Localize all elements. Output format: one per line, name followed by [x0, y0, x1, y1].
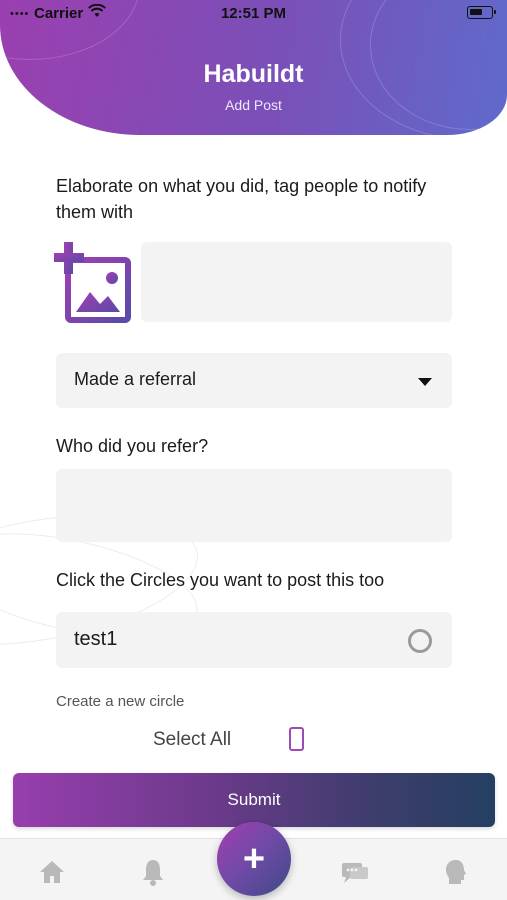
profile-icon[interactable] — [441, 857, 471, 887]
add-image-icon[interactable] — [54, 242, 132, 324]
submit-button[interactable]: Submit — [13, 773, 495, 827]
app-title: Habuildt — [203, 60, 304, 88]
home-icon[interactable] — [37, 857, 67, 887]
battery-icon — [467, 6, 496, 19]
circle-name: test1 — [74, 628, 118, 650]
referral-question: Who did you refer? — [56, 436, 209, 456]
circle-radio[interactable] — [408, 629, 432, 653]
page-subtitle: Add Post — [225, 97, 282, 113]
caret-down-icon — [418, 378, 432, 386]
chat-icon[interactable] — [340, 857, 370, 887]
post-text-input[interactable] — [141, 242, 452, 322]
post-prompt: Elaborate on what you did, tag people to… — [56, 176, 427, 222]
status-bar: •••• Carrier 12:51 PM — [0, 0, 507, 28]
select-all-checkbox[interactable] — [289, 727, 304, 751]
referral-input[interactable] — [56, 469, 452, 542]
clock: 12:51 PM — [220, 5, 287, 22]
header: •••• Carrier 12:51 PM Habuildt Add Post — [0, 0, 507, 135]
circle-item-test1[interactable]: test1 — [56, 612, 452, 668]
create-circle-link[interactable]: Create a new circle — [56, 693, 184, 710]
select-all-label[interactable]: Select All — [153, 729, 231, 751]
bell-icon[interactable] — [138, 857, 168, 887]
circles-prompt: Click the Circles you want to post this … — [56, 570, 385, 590]
activity-selected: Made a referral — [74, 369, 197, 389]
plus-icon[interactable]: + — [217, 822, 291, 896]
activity-dropdown[interactable]: Made a referral — [56, 353, 452, 408]
